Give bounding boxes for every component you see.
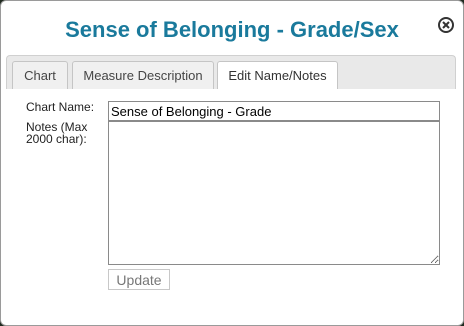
tab-edit-name-notes[interactable]: Edit Name/Notes <box>217 61 338 91</box>
dialog-title: Sense of Belonging - Grade/Sex <box>65 17 399 42</box>
notes-label: Notes (Max 2000 char): <box>26 120 88 146</box>
update-button[interactable]: Update <box>108 269 170 290</box>
tab-measure-description[interactable]: Measure Description <box>72 61 214 90</box>
tab-chart[interactable]: Chart <box>12 61 68 90</box>
close-icon[interactable] <box>438 17 454 33</box>
edit-name-notes-panel: Chart Name: Notes (Max 2000 char): Updat… <box>6 89 456 294</box>
chart-name-input[interactable] <box>108 101 440 121</box>
chart-name-label: Chart Name: <box>26 100 95 114</box>
edit-chart-dialog: Sense of Belonging - Grade/Sex Chart Mea… <box>0 0 464 326</box>
notes-textarea[interactable] <box>108 121 440 265</box>
tab-bar: Chart Measure Description Edit Name/Note… <box>6 55 456 91</box>
